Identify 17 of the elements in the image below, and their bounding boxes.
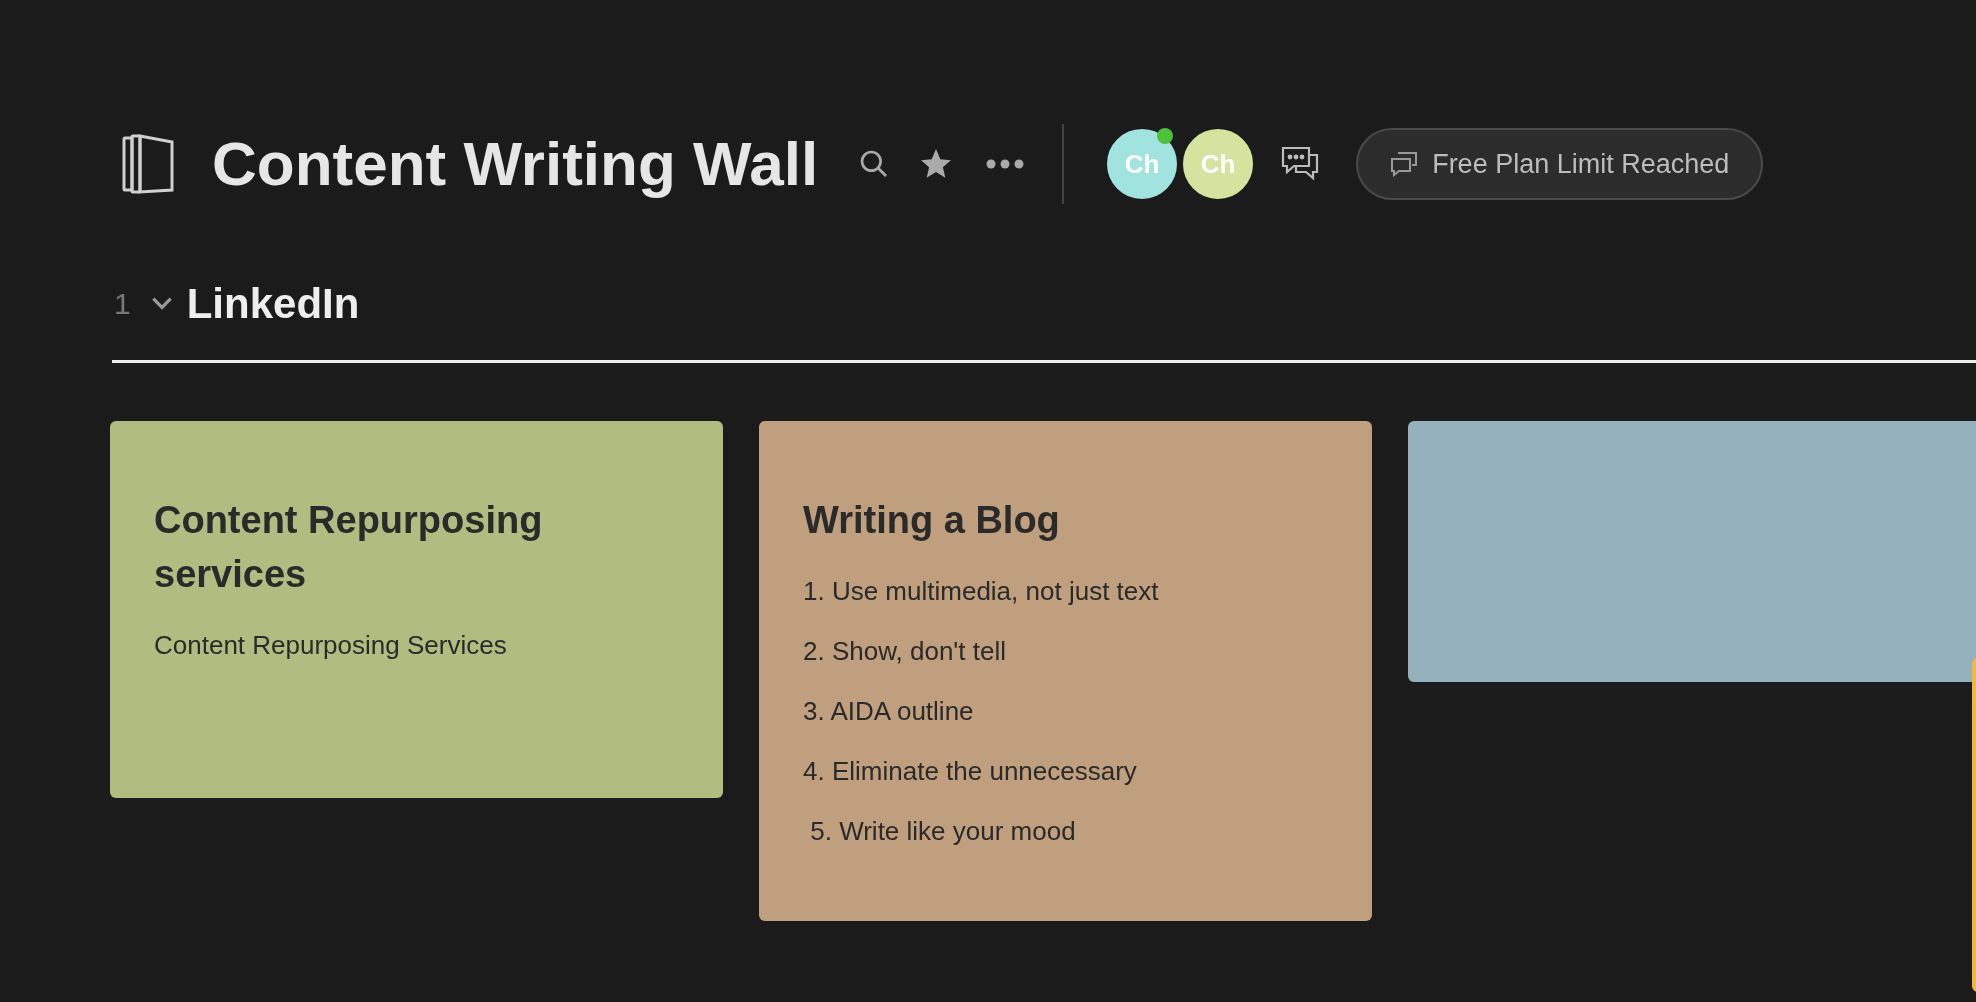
plan-limit-button[interactable]: Free Plan Limit Reached	[1356, 128, 1764, 200]
card-title: Content Repurposing services	[154, 498, 544, 597]
book-icon	[122, 132, 176, 196]
comments-icon[interactable]	[1280, 145, 1321, 183]
note-card[interactable]: Content Repurposing services Content Repurposing Services	[110, 421, 723, 798]
more-icon[interactable]	[986, 159, 1025, 169]
section-title: LinkedIn	[186, 278, 360, 329]
card-text: 3. AIDA outline	[803, 695, 975, 728]
card-text: 4. Eliminate the unnecessary	[803, 755, 1138, 788]
card-text: 5. Write like your mood	[809, 815, 1077, 848]
card-title: Writing a Blog	[803, 498, 1061, 543]
card-text: 1. Use multimedia, not just text	[803, 575, 1160, 608]
comments-icon	[1390, 151, 1419, 177]
note-card[interactable]: Writing a Blog 1. Use multimedia, not just text 2. Show, don't tell 3. AIDA outline 4. Eliminate the unnecessary 5. Write like your mood	[759, 421, 1372, 921]
card-text: Content Repurposing Services	[154, 629, 508, 662]
section-number: 1	[114, 285, 131, 322]
card-text: 2. Show, don't tell	[803, 635, 1007, 668]
